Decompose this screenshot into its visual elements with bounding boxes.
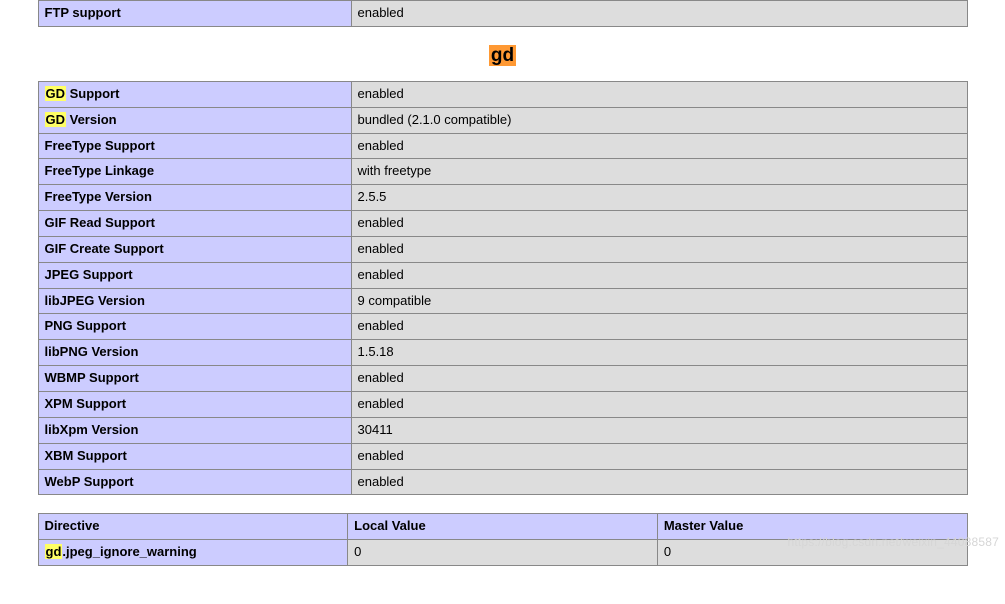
info-value: enabled (351, 391, 967, 417)
section-heading-text: gd (489, 45, 516, 66)
ftp-table: FTP supportenabled (38, 0, 968, 27)
highlight-text: GD (45, 112, 67, 127)
directives-header-row: Directive Local Value Master Value (38, 514, 967, 540)
table-row: XPM Supportenabled (38, 391, 967, 417)
table-row: FreeType Version2.5.5 (38, 185, 967, 211)
info-label: XPM Support (38, 391, 351, 417)
directives-header-local: Local Value (348, 514, 658, 540)
info-value: enabled (351, 469, 967, 495)
table-row: GIF Read Supportenabled (38, 211, 967, 237)
info-value: enabled (351, 1, 967, 27)
label-rest: Support (66, 86, 119, 101)
label-rest: .jpeg_ignore_warning (62, 544, 196, 559)
info-value: with freetype (351, 159, 967, 185)
table-row: libJPEG Version9 compatible (38, 288, 967, 314)
info-value: enabled (351, 262, 967, 288)
info-label: GIF Create Support (38, 236, 351, 262)
info-label: FreeType Version (38, 185, 351, 211)
info-value: enabled (351, 443, 967, 469)
table-row: JPEG Supportenabled (38, 262, 967, 288)
table-row: FreeType Linkagewith freetype (38, 159, 967, 185)
info-value: enabled (351, 211, 967, 237)
info-value: enabled (351, 236, 967, 262)
table-row: XBM Supportenabled (38, 443, 967, 469)
info-label: XBM Support (38, 443, 351, 469)
info-label: PNG Support (38, 314, 351, 340)
info-value: enabled (351, 81, 967, 107)
info-label: libJPEG Version (38, 288, 351, 314)
table-row: PNG Supportenabled (38, 314, 967, 340)
info-label: WBMP Support (38, 366, 351, 392)
info-label: FreeType Linkage (38, 159, 351, 185)
table-row: GIF Create Supportenabled (38, 236, 967, 262)
highlight-text: GD (45, 86, 67, 101)
info-label: GD Version (38, 107, 351, 133)
table-row: GD Supportenabled (38, 81, 967, 107)
highlight-text: gd (45, 544, 63, 559)
info-label: GIF Read Support (38, 211, 351, 237)
gd-info-table: GD SupportenabledGD Versionbundled (2.1.… (38, 81, 968, 496)
info-value: enabled (351, 314, 967, 340)
label-rest: Version (66, 112, 117, 127)
info-value: enabled (351, 366, 967, 392)
table-row: libXpm Version30411 (38, 417, 967, 443)
info-value: 1.5.18 (351, 340, 967, 366)
info-label: WebP Support (38, 469, 351, 495)
table-row: FreeType Supportenabled (38, 133, 967, 159)
info-label: FTP support (38, 1, 351, 27)
info-value: 30411 (351, 417, 967, 443)
info-value: 2.5.5 (351, 185, 967, 211)
table-row: WBMP Supportenabled (38, 366, 967, 392)
table-row: libPNG Version1.5.18 (38, 340, 967, 366)
info-label: libPNG Version (38, 340, 351, 366)
info-value: bundled (2.1.0 compatible) (351, 107, 967, 133)
gd-directives-table: Directive Local Value Master Value gd.jp… (38, 513, 968, 566)
info-label: JPEG Support (38, 262, 351, 288)
section-heading-gd: gd (23, 45, 983, 67)
table-row: FTP supportenabled (38, 1, 967, 27)
info-value: enabled (351, 133, 967, 159)
directives-header-master: Master Value (657, 514, 967, 540)
info-label: libXpm Version (38, 417, 351, 443)
table-row: GD Versionbundled (2.1.0 compatible) (38, 107, 967, 133)
info-label: FreeType Support (38, 133, 351, 159)
info-value: 9 compatible (351, 288, 967, 314)
table-row: WebP Supportenabled (38, 469, 967, 495)
info-label: GD Support (38, 81, 351, 107)
directives-header-directive: Directive (38, 514, 348, 540)
